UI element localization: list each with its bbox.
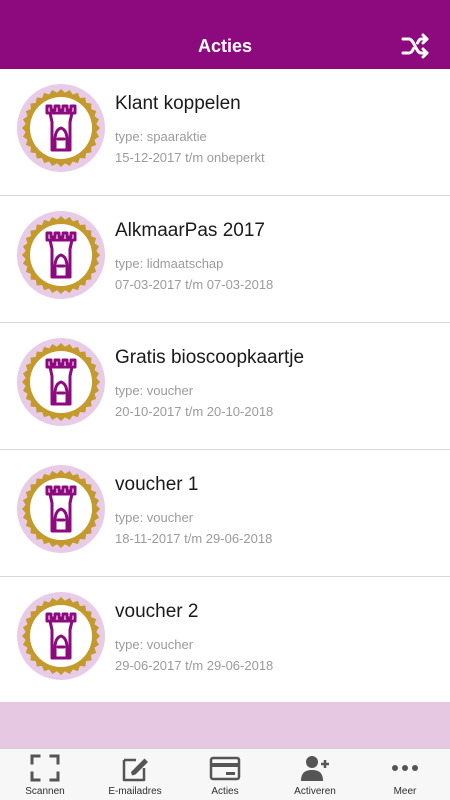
action-list-item[interactable]: Gratis bioscoopkaartje type: voucher 20-… bbox=[0, 323, 450, 450]
action-type: type: voucher bbox=[115, 383, 194, 398]
action-dates: 20-10-2017 t/m 20-10-2018 bbox=[115, 404, 274, 419]
tab-acties[interactable]: Acties bbox=[180, 749, 270, 800]
tab-meer[interactable]: Meer bbox=[360, 749, 450, 800]
action-title: Gratis bioscoopkaartje bbox=[115, 347, 305, 368]
action-dates: 15-12-2017 t/m onbeperkt bbox=[115, 150, 265, 165]
action-type: type: spaaraktie bbox=[115, 129, 207, 144]
nav-bar: Acties bbox=[0, 0, 450, 69]
tab-scannen[interactable]: Scannen bbox=[0, 749, 90, 800]
action-list-item[interactable]: voucher 1 type: voucher 18-11-2017 t/m 2… bbox=[0, 450, 450, 577]
action-dates: 18-11-2017 t/m 29-06-2018 bbox=[115, 531, 273, 546]
action-type: type: voucher bbox=[115, 637, 194, 652]
action-list-item[interactable]: voucher 2 type: voucher 29-06-2017 t/m 2… bbox=[0, 577, 450, 704]
tab-e-mailadres[interactable]: E-mailadres bbox=[90, 749, 180, 800]
actions-list: Klant koppelen type: spaaraktie 15-12-20… bbox=[0, 69, 450, 704]
tab-label: Meer bbox=[393, 786, 417, 797]
more-icon bbox=[392, 765, 418, 771]
edit-icon bbox=[122, 758, 148, 782]
tab-activeren[interactable]: Activeren bbox=[270, 749, 360, 800]
castle-badge-icon bbox=[17, 84, 105, 172]
tab-label: Acties bbox=[211, 786, 239, 797]
list-footer-area bbox=[0, 702, 450, 748]
tab-label: Activeren bbox=[294, 786, 336, 797]
castle-badge-icon bbox=[17, 592, 105, 680]
action-list-item[interactable]: Klant koppelen type: spaaraktie 15-12-20… bbox=[0, 69, 450, 196]
card-icon bbox=[209, 756, 241, 781]
shuffle-button[interactable] bbox=[400, 32, 432, 60]
action-title: voucher 1 bbox=[115, 474, 199, 495]
castle-badge-icon bbox=[17, 465, 105, 553]
castle-badge-icon bbox=[17, 211, 105, 299]
action-dates: 29-06-2017 t/m 29-06-2018 bbox=[115, 658, 274, 673]
page-title: Acties bbox=[197, 36, 253, 56]
scan-icon bbox=[30, 754, 60, 782]
action-title: voucher 2 bbox=[115, 601, 199, 622]
tab-label: E-mailadres bbox=[108, 786, 162, 797]
action-title: Klant koppelen bbox=[115, 93, 241, 114]
action-list-item[interactable]: AlkmaarPas 2017 type: lidmaatschap 07-03… bbox=[0, 196, 450, 323]
action-type: type: voucher bbox=[115, 510, 194, 525]
shuffle-icon bbox=[401, 33, 429, 59]
tab-label: Scannen bbox=[25, 786, 65, 797]
action-dates: 07-03-2017 t/m 07-03-2018 bbox=[115, 277, 274, 292]
add-user-icon bbox=[301, 756, 329, 781]
action-title: AlkmaarPas 2017 bbox=[115, 220, 265, 241]
tab-bar: Scannen E-mailadres Acties Activeren Mee… bbox=[0, 748, 450, 800]
action-type: type: lidmaatschap bbox=[115, 256, 224, 271]
castle-badge-icon bbox=[17, 338, 105, 426]
